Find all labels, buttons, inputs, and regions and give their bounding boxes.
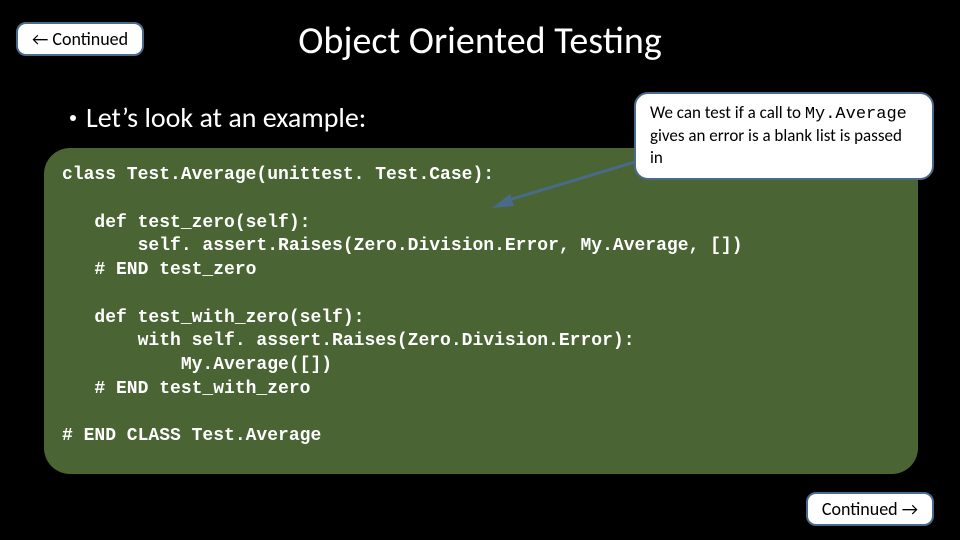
next-continued-label: Continued → — [822, 498, 918, 520]
prev-continued-label: ← Continued — [32, 28, 128, 50]
next-continued-badge[interactable]: Continued → — [806, 492, 934, 526]
code-block: class Test.Average(unittest. Test.Case):… — [44, 148, 918, 474]
bullet-icon — [70, 115, 76, 121]
prev-continued-badge[interactable]: ← Continued — [16, 22, 144, 56]
callout-box: We can test if a call to My.Average give… — [634, 92, 934, 180]
callout-prefix: We can test if a call to — [650, 102, 805, 123]
callout-mono: My.Average — [805, 105, 907, 124]
slide-subtitle: Let’s look at an example: — [70, 100, 366, 135]
callout-suffix: gives an error is a blank list is passed… — [650, 125, 902, 167]
subtitle-text: Let’s look at an example: — [86, 100, 366, 135]
